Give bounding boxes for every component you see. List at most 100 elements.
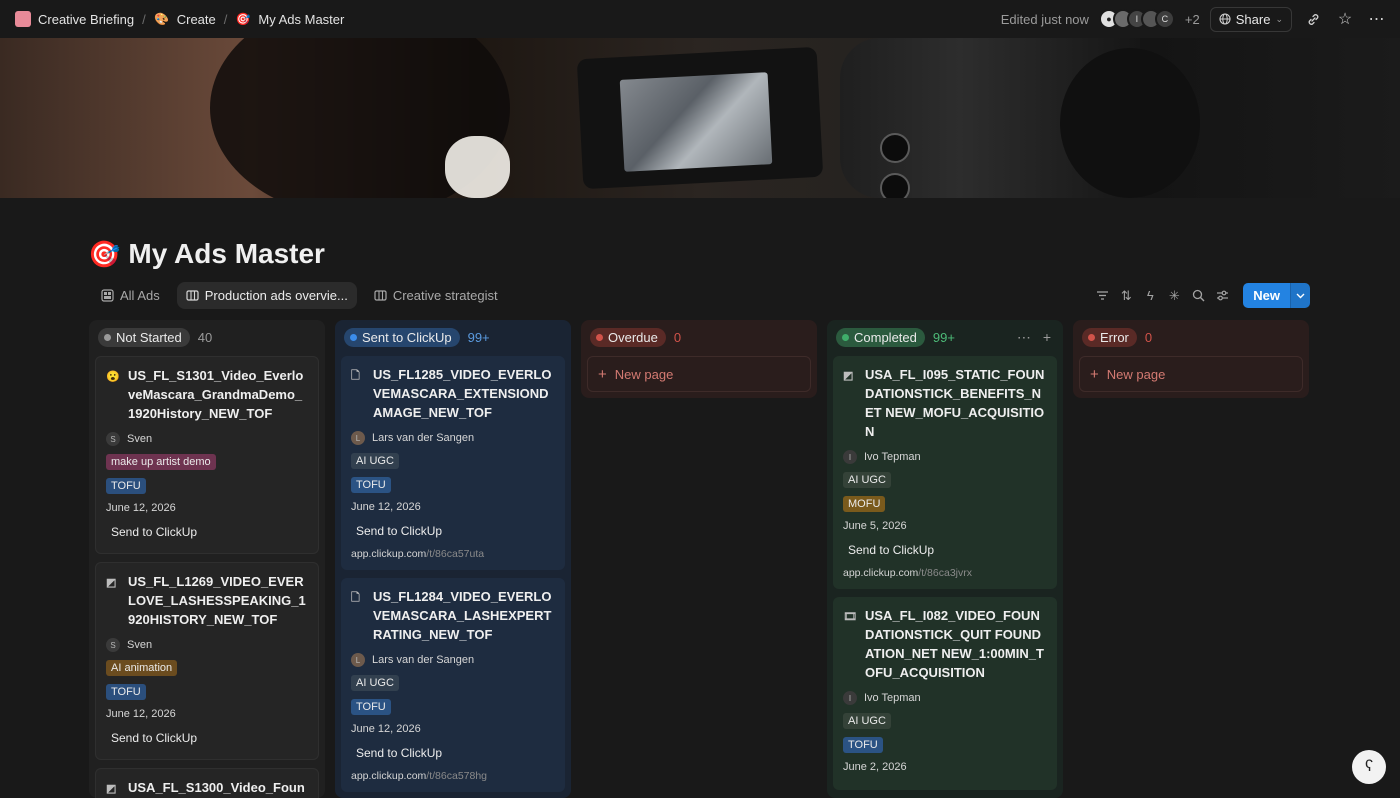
status-badge[interactable]: Completed — [836, 327, 925, 347]
chevron-down-icon — [1296, 293, 1305, 298]
clickup-link[interactable]: app.clickup.com/t/86ca578hg — [351, 770, 555, 782]
sparkle-icon[interactable]: ✳ — [1165, 285, 1183, 307]
card[interactable]: ◩ USA_FL_S1300_Video_Found — [95, 768, 319, 798]
card[interactable]: ◩ US_FL_L1269_VIDEO_EVERLOVE_LASHESSPEAK… — [95, 562, 319, 760]
breadcrumb-separator: / — [142, 11, 146, 27]
star-icon[interactable]: ☆ — [1334, 8, 1356, 30]
new-dropdown-button[interactable] — [1290, 283, 1310, 308]
status-label: Error — [1100, 329, 1129, 345]
status-badge[interactable]: Error — [1082, 327, 1137, 347]
tab-production-ads-overview[interactable]: Production ads overvie... — [176, 282, 357, 309]
status-dot — [1088, 333, 1095, 341]
document-icon: 🗋 — [351, 592, 360, 604]
clickup-link[interactable]: app.clickup.com/t/86ca57uta — [351, 548, 555, 560]
kanban-board: Not Started 40 😮 US_FL_S1301_Video_Everl… — [89, 320, 1309, 798]
assignee-name: Sven — [127, 639, 153, 651]
tag: TOFU — [351, 477, 391, 493]
search-icon[interactable] — [1189, 285, 1207, 307]
column-header: Sent to ClickUp 99+ — [341, 326, 565, 348]
card[interactable]: 🗋 US_FL1284_VIDEO_EVERLOVEMASCARA_LASHEX… — [341, 578, 565, 792]
tab-creative-strategist[interactable]: Creative strategist — [365, 282, 507, 309]
collaborator-avatars[interactable]: ● I C — [1098, 9, 1175, 29]
assignee: I Ivo Tepman — [843, 691, 1047, 705]
target-icon[interactable]: 🎯 — [88, 239, 120, 270]
status-badge[interactable]: Overdue — [590, 327, 666, 347]
tag: make up artist demo — [106, 454, 216, 470]
status-dot — [596, 333, 603, 341]
breadcrumb-separator: / — [223, 11, 228, 27]
avatar: I — [843, 450, 857, 464]
column-count: 40 — [197, 329, 213, 345]
card-title: 🎞 USA_FL_I082_VIDEO_FOUNDATIONSTICK_QUIT… — [843, 608, 1044, 680]
assignee-name: Lars van der Sangen — [372, 432, 475, 444]
column-header: Completed 99+ ⋯ + — [833, 326, 1057, 348]
status-label: Overdue — [608, 329, 658, 345]
card-date: June 12, 2026 — [106, 502, 176, 514]
assignee-name: Lars van der Sangen — [372, 654, 475, 666]
card[interactable]: 😮 US_FL_S1301_Video_EverloveMascara_Gran… — [95, 356, 319, 554]
tag: TOFU — [106, 684, 146, 700]
tab-label: Creative strategist — [392, 288, 498, 303]
status-badge[interactable]: Not Started — [98, 327, 190, 347]
assignee: L Lars van der Sangen — [351, 431, 555, 445]
image-icon: ◩ — [106, 577, 117, 589]
more-options-icon[interactable]: ⋯ — [1017, 329, 1031, 346]
settings-sliders-icon[interactable] — [1213, 285, 1231, 307]
status-badge[interactable]: Sent to ClickUp — [344, 327, 460, 347]
send-to-clickup-button[interactable]: Send to ClickUp — [106, 727, 202, 749]
new-button[interactable]: New — [1243, 283, 1290, 308]
breadcrumb-create[interactable]: 🎨 Create — [154, 11, 216, 27]
new-page-button[interactable]: + New page — [1079, 356, 1303, 392]
card-title: ◩ USA_FL_S1300_Video_Found — [106, 778, 308, 798]
card-title: 🗋 US_FL1285_VIDEO_EVERLOVEMASCARA_EXTENS… — [351, 367, 552, 420]
document-icon: 🗋 — [351, 370, 360, 382]
send-to-clickup-button[interactable]: Send to ClickUp — [351, 742, 447, 764]
plus-icon[interactable]: + — [1043, 329, 1051, 346]
sort-icon[interactable]: ⇅ — [1117, 285, 1135, 307]
card-title: 🗋 US_FL1284_VIDEO_EVERLOVEMASCARA_LASHEX… — [351, 589, 552, 642]
tag: TOFU — [843, 737, 883, 753]
page-title-text[interactable]: My Ads Master — [128, 238, 325, 270]
column-header: Not Started 40 — [95, 326, 319, 348]
assignee: S Sven — [106, 638, 308, 652]
plus-icon: + — [598, 365, 607, 383]
view-toolbar: ⇅ ϟ ✳ New — [1093, 283, 1310, 308]
status-label: Sent to ClickUp — [362, 329, 452, 345]
column-not-started: Not Started 40 😮 US_FL_S1301_Video_Everl… — [89, 320, 325, 798]
send-to-clickup-button[interactable]: Send to ClickUp — [106, 521, 202, 543]
clickup-link[interactable]: app.clickup.com/t/86ca3jvrx — [843, 567, 1047, 579]
plus-icon: + — [1090, 365, 1099, 383]
status-dot — [842, 333, 849, 341]
card[interactable]: 🗋 US_FL1285_VIDEO_EVERLOVEMASCARA_EXTENS… — [341, 356, 565, 570]
send-to-clickup-button[interactable]: Send to ClickUp — [351, 520, 447, 542]
tab-all-ads[interactable]: All Ads — [92, 282, 169, 309]
breadcrumb-creative-briefing[interactable]: Creative Briefing — [15, 11, 134, 27]
column-count: 99+ — [932, 329, 955, 345]
card-date: June 2, 2026 — [843, 761, 907, 773]
send-to-clickup-button[interactable]: Send to ClickUp — [843, 539, 939, 561]
tab-label: Production ads overvie... — [204, 288, 348, 303]
automation-lightning-icon[interactable]: ϟ — [1141, 285, 1159, 307]
assistant-face-icon: ʕ — [1365, 758, 1373, 775]
emoji-icon: 😮 — [106, 371, 120, 383]
new-page-button[interactable]: + New page — [587, 356, 811, 392]
more-collaborators-count[interactable]: +2 — [1185, 12, 1200, 27]
breadcrumb-my-ads-master[interactable]: 🎯 My Ads Master — [235, 11, 344, 27]
share-label: Share — [1235, 11, 1271, 27]
card-date: June 12, 2026 — [351, 723, 421, 735]
card-title: ◩ USA_FL_I095_STATIC_FOUNDATIONSTICK_BEN… — [843, 367, 1045, 439]
help-assistant-button[interactable]: ʕ — [1352, 750, 1386, 784]
more-options-icon[interactable]: ⋯ — [1366, 8, 1388, 30]
status-dot — [350, 333, 357, 341]
avatar: L — [351, 653, 365, 667]
card[interactable]: ◩ USA_FL_I095_STATIC_FOUNDATIONSTICK_BEN… — [833, 356, 1057, 589]
assignee: L Lars van der Sangen — [351, 653, 555, 667]
card[interactable]: 🎞 USA_FL_I082_VIDEO_FOUNDATIONSTICK_QUIT… — [833, 597, 1057, 790]
tag: TOFU — [351, 699, 391, 715]
tag: TOFU — [106, 478, 146, 494]
assignee-name: Sven — [127, 433, 153, 445]
link-icon[interactable] — [1302, 8, 1324, 30]
assignee: S Sven — [106, 432, 308, 446]
share-button[interactable]: Share ⌄ — [1209, 6, 1292, 32]
filter-icon[interactable] — [1093, 285, 1111, 307]
